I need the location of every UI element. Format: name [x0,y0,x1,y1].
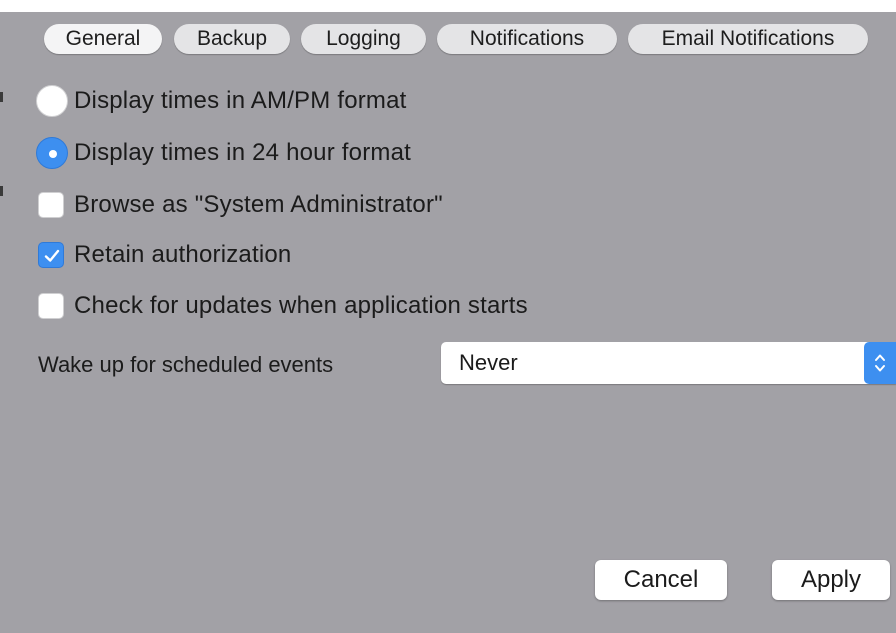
tab-backup[interactable]: Backup [174,24,290,54]
retain-auth-checkbox[interactable] [38,242,64,268]
window-top-edge [0,0,896,12]
wake-up-label: Wake up for scheduled events [38,352,334,377]
option-retain-authorization[interactable]: Retain authorization [36,238,291,272]
check-updates-checkbox[interactable] [38,293,64,319]
select-arrows-icon[interactable] [864,342,896,384]
chevron-up-down-icon [875,354,885,372]
wake-up-value: Never [459,350,518,375]
24-hour-label: Display times in 24 hour format [74,139,411,166]
cancel-button[interactable]: Cancel [595,560,727,600]
tab-email-notifications[interactable]: Email Notifications [628,24,868,54]
checkmark-icon [44,249,60,262]
browse-admin-label: Browse as "System Administrator" [74,191,443,218]
ampm-label: Display times in AM/PM format [74,87,407,114]
option-check-for-updates[interactable]: Check for updates when application start… [36,289,528,323]
retain-auth-label: Retain authorization [74,241,292,268]
preferences-window: General Backup Logging Notifications Ema… [0,0,896,633]
option-24-hour-format[interactable]: Display times in 24 hour format [36,136,411,170]
tab-bar: General Backup Logging Notifications Ema… [0,24,896,56]
tab-general[interactable]: General [44,24,162,54]
wake-up-select[interactable]: Never [441,342,896,384]
tab-logging[interactable]: Logging [301,24,426,54]
ampm-radio[interactable] [36,85,68,117]
check-updates-label: Check for updates when application start… [74,292,528,319]
apply-button[interactable]: Apply [772,560,890,600]
24-hour-radio[interactable] [36,137,68,169]
left-edge-mark [0,186,3,196]
option-ampm-format[interactable]: Display times in AM/PM format [36,84,407,118]
option-browse-as-admin[interactable]: Browse as "System Administrator" [36,188,443,222]
browse-admin-checkbox[interactable] [38,192,64,218]
left-edge-mark [0,92,3,102]
tab-notifications[interactable]: Notifications [437,24,617,54]
